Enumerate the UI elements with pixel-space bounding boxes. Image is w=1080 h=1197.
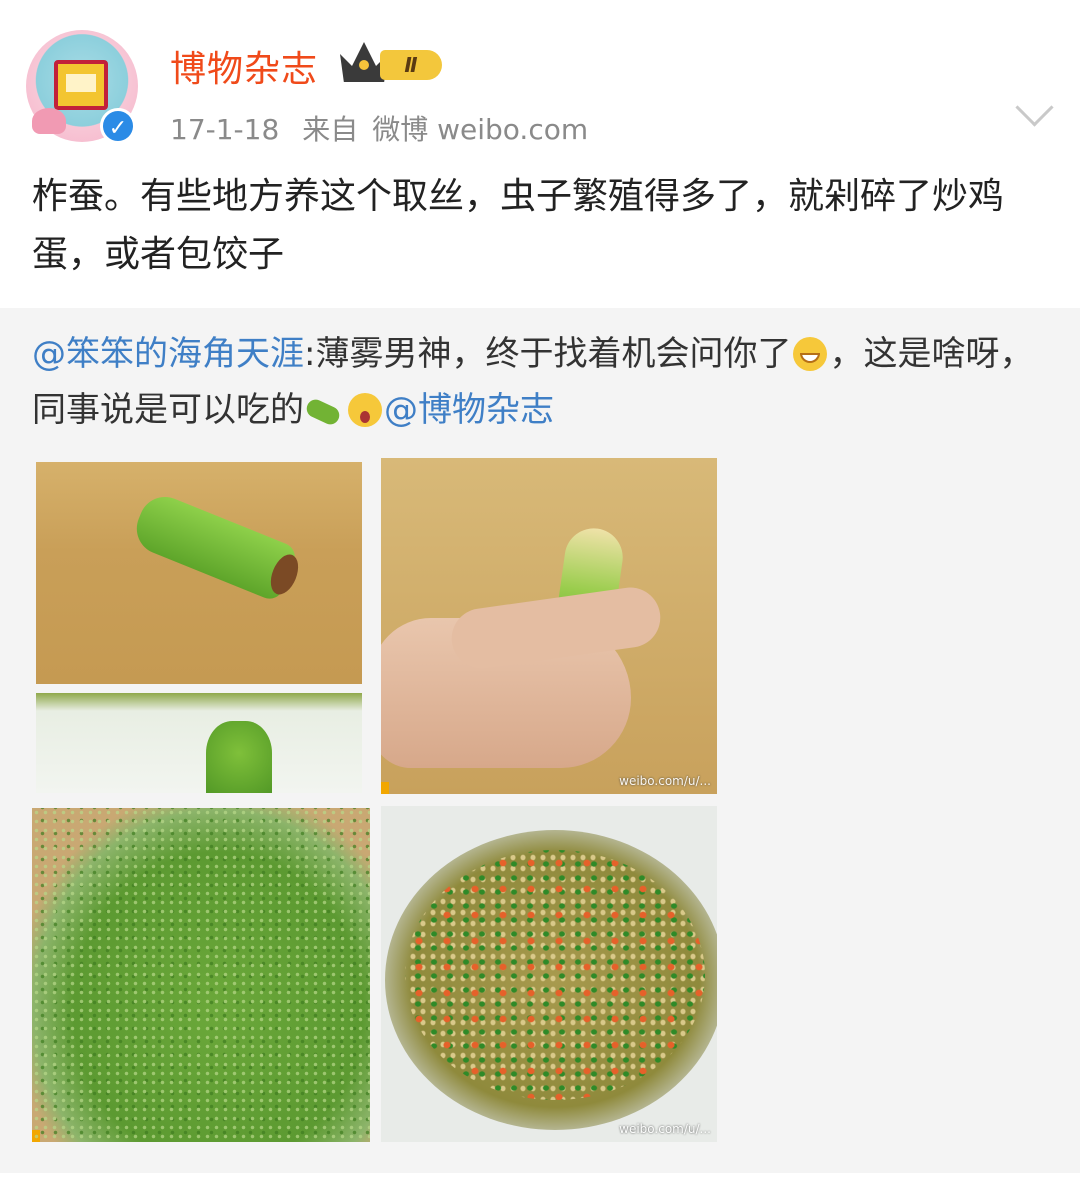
shocked-emoji-icon: [348, 393, 382, 427]
username[interactable]: 博物杂志: [170, 40, 318, 92]
post-text: 柞蚕。有些地方养这个取丝，虫子繁殖得多了，就剁碎了炒鸡蛋，或者包饺子: [32, 176, 1005, 275]
image-corner-marker: [32, 1130, 40, 1142]
avatar-gift-box-graphic: [54, 60, 108, 110]
more-options-button[interactable]: [1015, 40, 1070, 127]
caterpillar-emoji-icon: [306, 393, 344, 427]
author-mention-link[interactable]: @笨笨的海角天涯: [32, 334, 304, 374]
photo-fried-dish[interactable]: weibo.com/u/...: [381, 806, 717, 1142]
verified-badge-icon: ✓: [100, 108, 136, 144]
source-app[interactable]: 微博 weibo.com: [372, 113, 588, 146]
photo-sprout-in-hand[interactable]: weibo.com/u/...: [381, 458, 717, 794]
sprout-graphic: [206, 721, 272, 793]
post-meta: 17-1-18 来自 微博 weibo.com: [170, 108, 602, 148]
avatar-cake-graphic: [32, 108, 66, 134]
photo-sprout-closeup[interactable]: [36, 693, 362, 793]
plate-graphic: [385, 830, 717, 1130]
watermark: weibo.com/u/...: [619, 1122, 711, 1136]
post-date: 17-1-18: [170, 113, 280, 146]
mention-link[interactable]: @博物杂志: [384, 390, 554, 430]
sprout-graphic: [128, 489, 300, 603]
image-corner-marker: [381, 782, 389, 794]
vip-level: Ⅱ: [380, 50, 442, 80]
source-prefix: 来自: [302, 113, 359, 146]
grin-emoji-icon: [793, 337, 828, 371]
repost-text-part1: :薄雾男神，终于找着机会问你了: [304, 334, 792, 374]
photo-sprout-on-board[interactable]: [36, 462, 362, 684]
repost-text: @笨笨的海角天涯:薄雾男神，终于找着机会问你了 ，这是啥呀，同事说是可以吃的 @博物…: [32, 326, 1062, 438]
photo-minced-green[interactable]: [32, 808, 370, 1142]
chevron-down-icon: [1015, 88, 1054, 127]
vip-badge[interactable]: Ⅱ: [340, 42, 444, 84]
post-header: ✓ 博物杂志 Ⅱ 17-1-18 来自 微博 weibo.com: [0, 0, 1080, 160]
watermark: weibo.com/u/...: [619, 774, 711, 788]
